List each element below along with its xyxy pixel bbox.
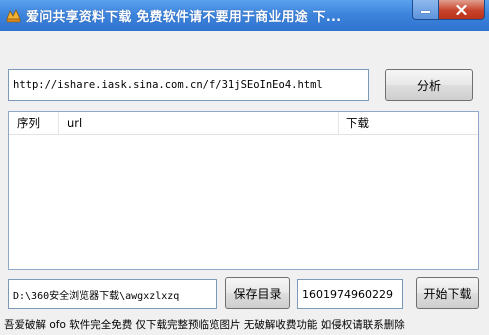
- column-header-url[interactable]: url: [59, 112, 339, 134]
- close-icon: [456, 4, 467, 15]
- number-input[interactable]: 1601974960229: [297, 279, 403, 309]
- app-logo-icon: [6, 9, 21, 23]
- list-header: 序列 url 下载: [9, 112, 478, 135]
- title-bar[interactable]: 爱问共享资料下载 免费软件请不要用于商业用途 下...: [0, 0, 489, 31]
- window-title: 爱问共享资料下载 免费软件请不要用于商业用途 下...: [26, 10, 342, 25]
- status-bar-text: 吾爱破解 ofo 软件完全免费 仅下载完整预临览图片 无破解收费功能 如侵权请联…: [4, 319, 405, 331]
- column-header-sequence[interactable]: 序列: [9, 112, 59, 134]
- save-path-input[interactable]: D:\360安全浏览器下载\awgxzlxzq: [8, 279, 217, 309]
- minimize-button[interactable]: [412, 0, 439, 20]
- analyze-button[interactable]: 分析: [385, 69, 473, 101]
- url-input[interactable]: http://ishare.iask.sina.com.cn/f/31jSEoI…: [8, 69, 369, 101]
- start-download-button[interactable]: 开始下载: [416, 277, 479, 309]
- close-button[interactable]: [438, 0, 485, 20]
- download-list[interactable]: 序列 url 下载: [8, 111, 479, 270]
- column-header-download[interactable]: 下载: [339, 112, 478, 134]
- minimize-icon: [421, 11, 430, 13]
- app-window: 爱问共享资料下载 免费软件请不要用于商业用途 下... http://ishar…: [0, 0, 489, 335]
- save-directory-button[interactable]: 保存目录: [225, 277, 290, 309]
